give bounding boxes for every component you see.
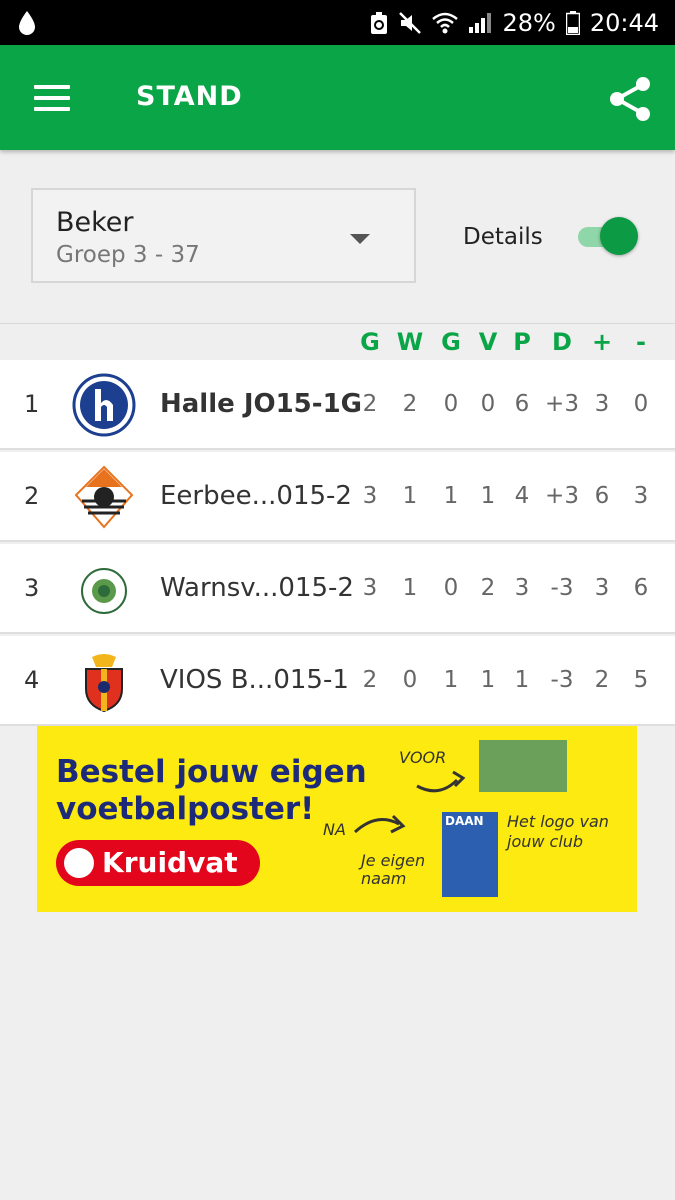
ad-na-label: NA: [323, 820, 346, 839]
toggle-knob: [600, 217, 638, 255]
stat-goals-against: 5: [633, 667, 649, 693]
stat-goals-for: 2: [594, 667, 610, 693]
column-header-goals-for: +: [591, 328, 613, 356]
kruidvat-logo: Kruidvat: [56, 840, 260, 886]
details-toggle[interactable]: [574, 217, 640, 257]
ad-poster-name: DAAN: [445, 814, 484, 828]
warnsveld-club-logo-icon: [81, 568, 127, 614]
column-header-won: W: [396, 328, 424, 356]
stat-difference: +3: [545, 391, 579, 417]
column-header-draw: G: [441, 328, 461, 356]
ad-eigen-naam-label: Je eigen naam: [361, 851, 426, 888]
team-name: Eerbee...015-2: [160, 481, 352, 511]
details-label: Details: [463, 224, 543, 250]
page-title: STAND: [136, 81, 243, 112]
kruidvat-ad-banner[interactable]: Bestel jouw eigen voetbalposter! Kruidva…: [37, 726, 637, 912]
rank: 4: [24, 666, 40, 694]
stat-played: 2: [362, 667, 378, 693]
stat-goals-against: 6: [633, 575, 649, 601]
stat-won: 1: [402, 483, 418, 509]
column-header-difference: D: [552, 328, 572, 356]
signal-icon: [469, 12, 492, 33]
app-bar: STAND: [0, 45, 675, 150]
wifi-icon: [432, 12, 459, 33]
column-header-played: G: [360, 328, 380, 356]
arrow-icon: [416, 770, 466, 793]
halle-club-logo-icon: [72, 373, 136, 437]
table-row[interactable]: 1 Halle JO15-1G 2 2 0 0 6 +3 3 0: [0, 360, 675, 450]
stat-won: 2: [402, 391, 418, 417]
rank: 3: [24, 574, 40, 602]
stat-points: 6: [514, 391, 530, 417]
stat-won: 0: [402, 667, 418, 693]
column-header-points: P: [513, 328, 531, 356]
standings-header: G W G V P D + -: [0, 323, 675, 361]
ad-club-logo-label: Het logo van jouw club: [507, 812, 609, 851]
stat-won: 1: [402, 575, 418, 601]
column-header-goals-against: -: [636, 328, 646, 356]
recycle-icon: [371, 11, 388, 34]
clock: 20:44: [589, 8, 659, 37]
stat-difference: +3: [545, 483, 579, 509]
team-name: VIOS B...015-1: [160, 665, 349, 695]
battery-percentage: 28%: [502, 8, 556, 37]
vios-club-logo-icon: [85, 654, 123, 713]
eerbeek-club-logo-icon: [74, 465, 134, 529]
water-drop-icon: [19, 11, 35, 35]
team-name: Warnsv...015-2: [160, 573, 354, 603]
stat-draw: 0: [443, 391, 459, 417]
stat-points: 3: [514, 575, 530, 601]
ad-voor-label: VOOR: [399, 748, 447, 767]
ad-headline-line-2: voetbalposter!: [56, 791, 315, 827]
stat-goals-for: 3: [594, 391, 610, 417]
stat-points: 4: [514, 483, 530, 509]
rank: 2: [24, 482, 40, 510]
mute-icon: [399, 11, 422, 34]
stat-played: 3: [362, 483, 378, 509]
stat-difference: -3: [550, 667, 574, 693]
group-name: Groep 3 - 37: [56, 242, 200, 268]
share-icon[interactable]: [606, 75, 654, 123]
battery-icon: [565, 10, 580, 35]
stat-goals-for: 3: [594, 575, 610, 601]
stat-goals-for: 6: [594, 483, 610, 509]
stat-goals-against: 0: [633, 391, 649, 417]
stat-draw: 1: [443, 483, 459, 509]
team-name: Halle JO15-1G: [160, 389, 362, 419]
table-row[interactable]: 2 Eerbee...015-2 3 1 1 1 4 +3 6 3: [0, 452, 675, 542]
stat-draw: 0: [443, 575, 459, 601]
stat-goals-against: 3: [633, 483, 649, 509]
table-row[interactable]: 4 VIOS B...015-1 2 0 1 1 1 -3 2 5: [0, 636, 675, 726]
rank: 1: [24, 390, 40, 418]
ad-poster-image: DAAN: [442, 812, 498, 897]
competition-name: Beker: [56, 207, 134, 238]
kruidvat-brand-text: Kruidvat: [102, 846, 238, 879]
stat-points: 1: [514, 667, 530, 693]
table-row[interactable]: 3 Warnsv...015-2 3 1 0 2 3 -3 3 6: [0, 544, 675, 634]
stat-difference: -3: [550, 575, 574, 601]
stat-played: 2: [362, 391, 378, 417]
kruidvat-logo-icon: [64, 848, 94, 878]
ad-photo-before: [479, 740, 567, 792]
stat-played: 3: [362, 575, 378, 601]
ad-headline: Bestel jouw eigen voetbalposter!: [56, 754, 367, 828]
status-bar: 28% 20:44: [0, 0, 675, 45]
ad-headline-line-1: Bestel jouw eigen: [56, 754, 367, 790]
stat-draw: 1: [443, 667, 459, 693]
menu-button[interactable]: [34, 85, 70, 111]
dropdown-arrow-icon: [350, 234, 370, 244]
arrow-icon: [353, 814, 406, 834]
competition-dropdown[interactable]: Beker Groep 3 - 37: [31, 188, 416, 283]
